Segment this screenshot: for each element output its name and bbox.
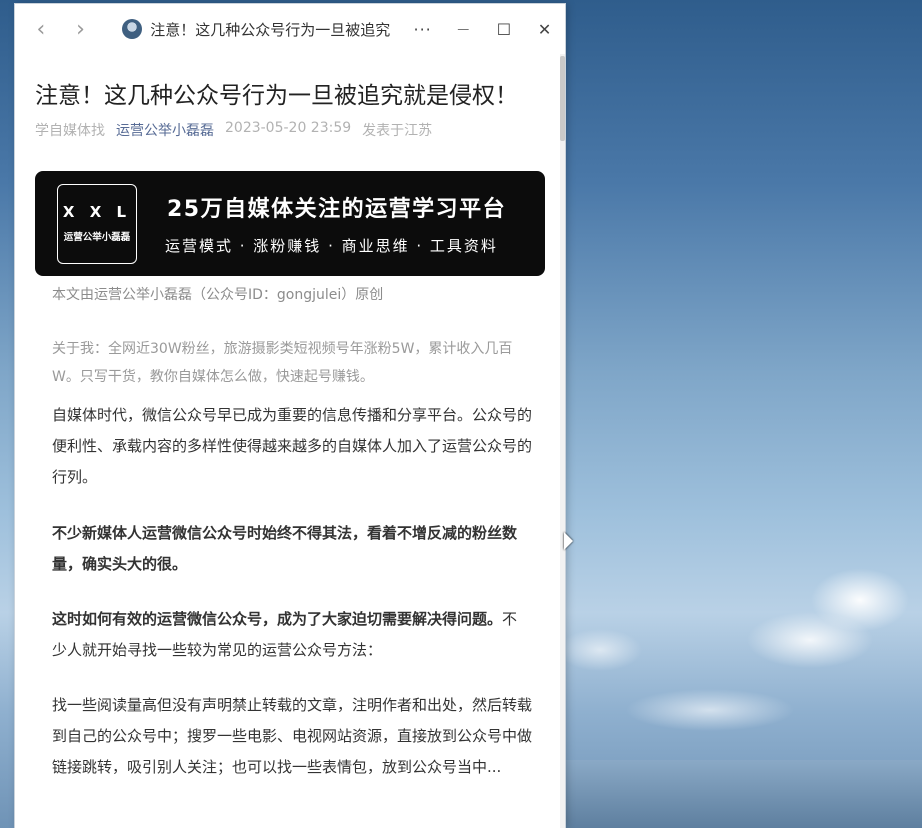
article-window: ‹ › 注意！这几种公众号行为一旦被追究 ··· — ☐ ✕ 注意！这几种公众号… <box>15 4 565 828</box>
forward-button[interactable]: › <box>61 9 101 49</box>
banner-headline: 25万自媒体关注的运营学习平台 <box>167 197 507 222</box>
more-icon: ··· <box>413 19 432 39</box>
paragraph-bold: 不少新媒体人运营微信公众号时始终不得其法，看着不增反减的粉丝数量，确实头大的很。 <box>52 524 518 573</box>
brand-logo: X X L 运营公举小磊磊 <box>57 184 137 264</box>
meta-source: 学自媒体找 <box>35 123 105 139</box>
logo-mark: X X L <box>62 203 132 221</box>
close-button[interactable]: ✕ <box>524 9 565 49</box>
maximize-icon: ☐ <box>496 19 512 39</box>
chevron-left-icon: ‹ <box>36 16 46 42</box>
paragraph-intro: 自媒体时代，微信公众号早已成为重要的信息传播和分享平台。公众号的便利性、承载内容… <box>52 406 533 486</box>
scrollbar-thumb[interactable] <box>560 56 565 141</box>
maximize-button[interactable]: ☐ <box>484 9 525 49</box>
article-title: 注意！这几种公众号行为一旦被追究就是侵权！ <box>35 83 518 109</box>
desktop-wallpaper-clouds <box>560 520 922 780</box>
account-name-link[interactable]: 运营公举小磊磊 <box>116 120 214 140</box>
about-author: 关于我：全网近30W粉丝，旅游摄影类短视频号年涨粉5W，累计收入几百W。只写干货… <box>52 341 513 385</box>
paragraph-methods: 找一些阅读量高但没有声明禁止转载的文章，注明作者和出处，然后转载到自己的公众号中… <box>52 696 533 776</box>
banner-subline: 运营模式 · 涨粉赚钱 · 商业思维 · 工具资料 <box>165 237 498 255</box>
close-icon: ✕ <box>537 19 552 39</box>
more-options-button[interactable]: ··· <box>402 9 443 49</box>
original-source-note: 本文由运营公举小磊磊（公众号ID：gongjulei）原创 <box>52 287 384 303</box>
paragraph-question: 这时如何有效的运营微信公众号，成为了大家迫切需要解决得问题。不少人就开始寻找一些… <box>52 604 532 666</box>
logo-text: 运营公举小磊磊 <box>63 232 131 243</box>
minimize-button[interactable]: — <box>443 9 484 49</box>
publish-datetime: 2023-05-20 23:59 <box>225 120 352 136</box>
window-tab-title: 注意！这几种公众号行为一旦被追究 <box>150 20 391 39</box>
desktop-wallpaper-sea <box>560 760 922 828</box>
publish-location: 发表于江苏 <box>362 123 433 139</box>
promo-banner: X X L 运营公举小磊磊 25万自媒体关注的运营学习平台 运营模式 · 涨粉赚… <box>35 171 545 276</box>
paragraph-question-bold: 这时如何有效的运营微信公众号，成为了大家迫切需要解决得问题。 <box>52 610 503 628</box>
back-button[interactable]: ‹ <box>21 9 61 49</box>
chevron-right-icon: › <box>76 16 85 42</box>
window-titlebar: ‹ › 注意！这几种公众号行为一旦被追究 ··· — ☐ ✕ <box>15 4 565 54</box>
article-meta: 学自媒体找 运营公举小磊磊 2023-05-20 23:59 发表于江苏 <box>35 120 432 140</box>
mouse-cursor-icon <box>564 532 573 550</box>
account-avatar <box>122 19 143 39</box>
minimize-icon: — <box>457 22 470 36</box>
scrollbar-track[interactable] <box>560 54 565 828</box>
